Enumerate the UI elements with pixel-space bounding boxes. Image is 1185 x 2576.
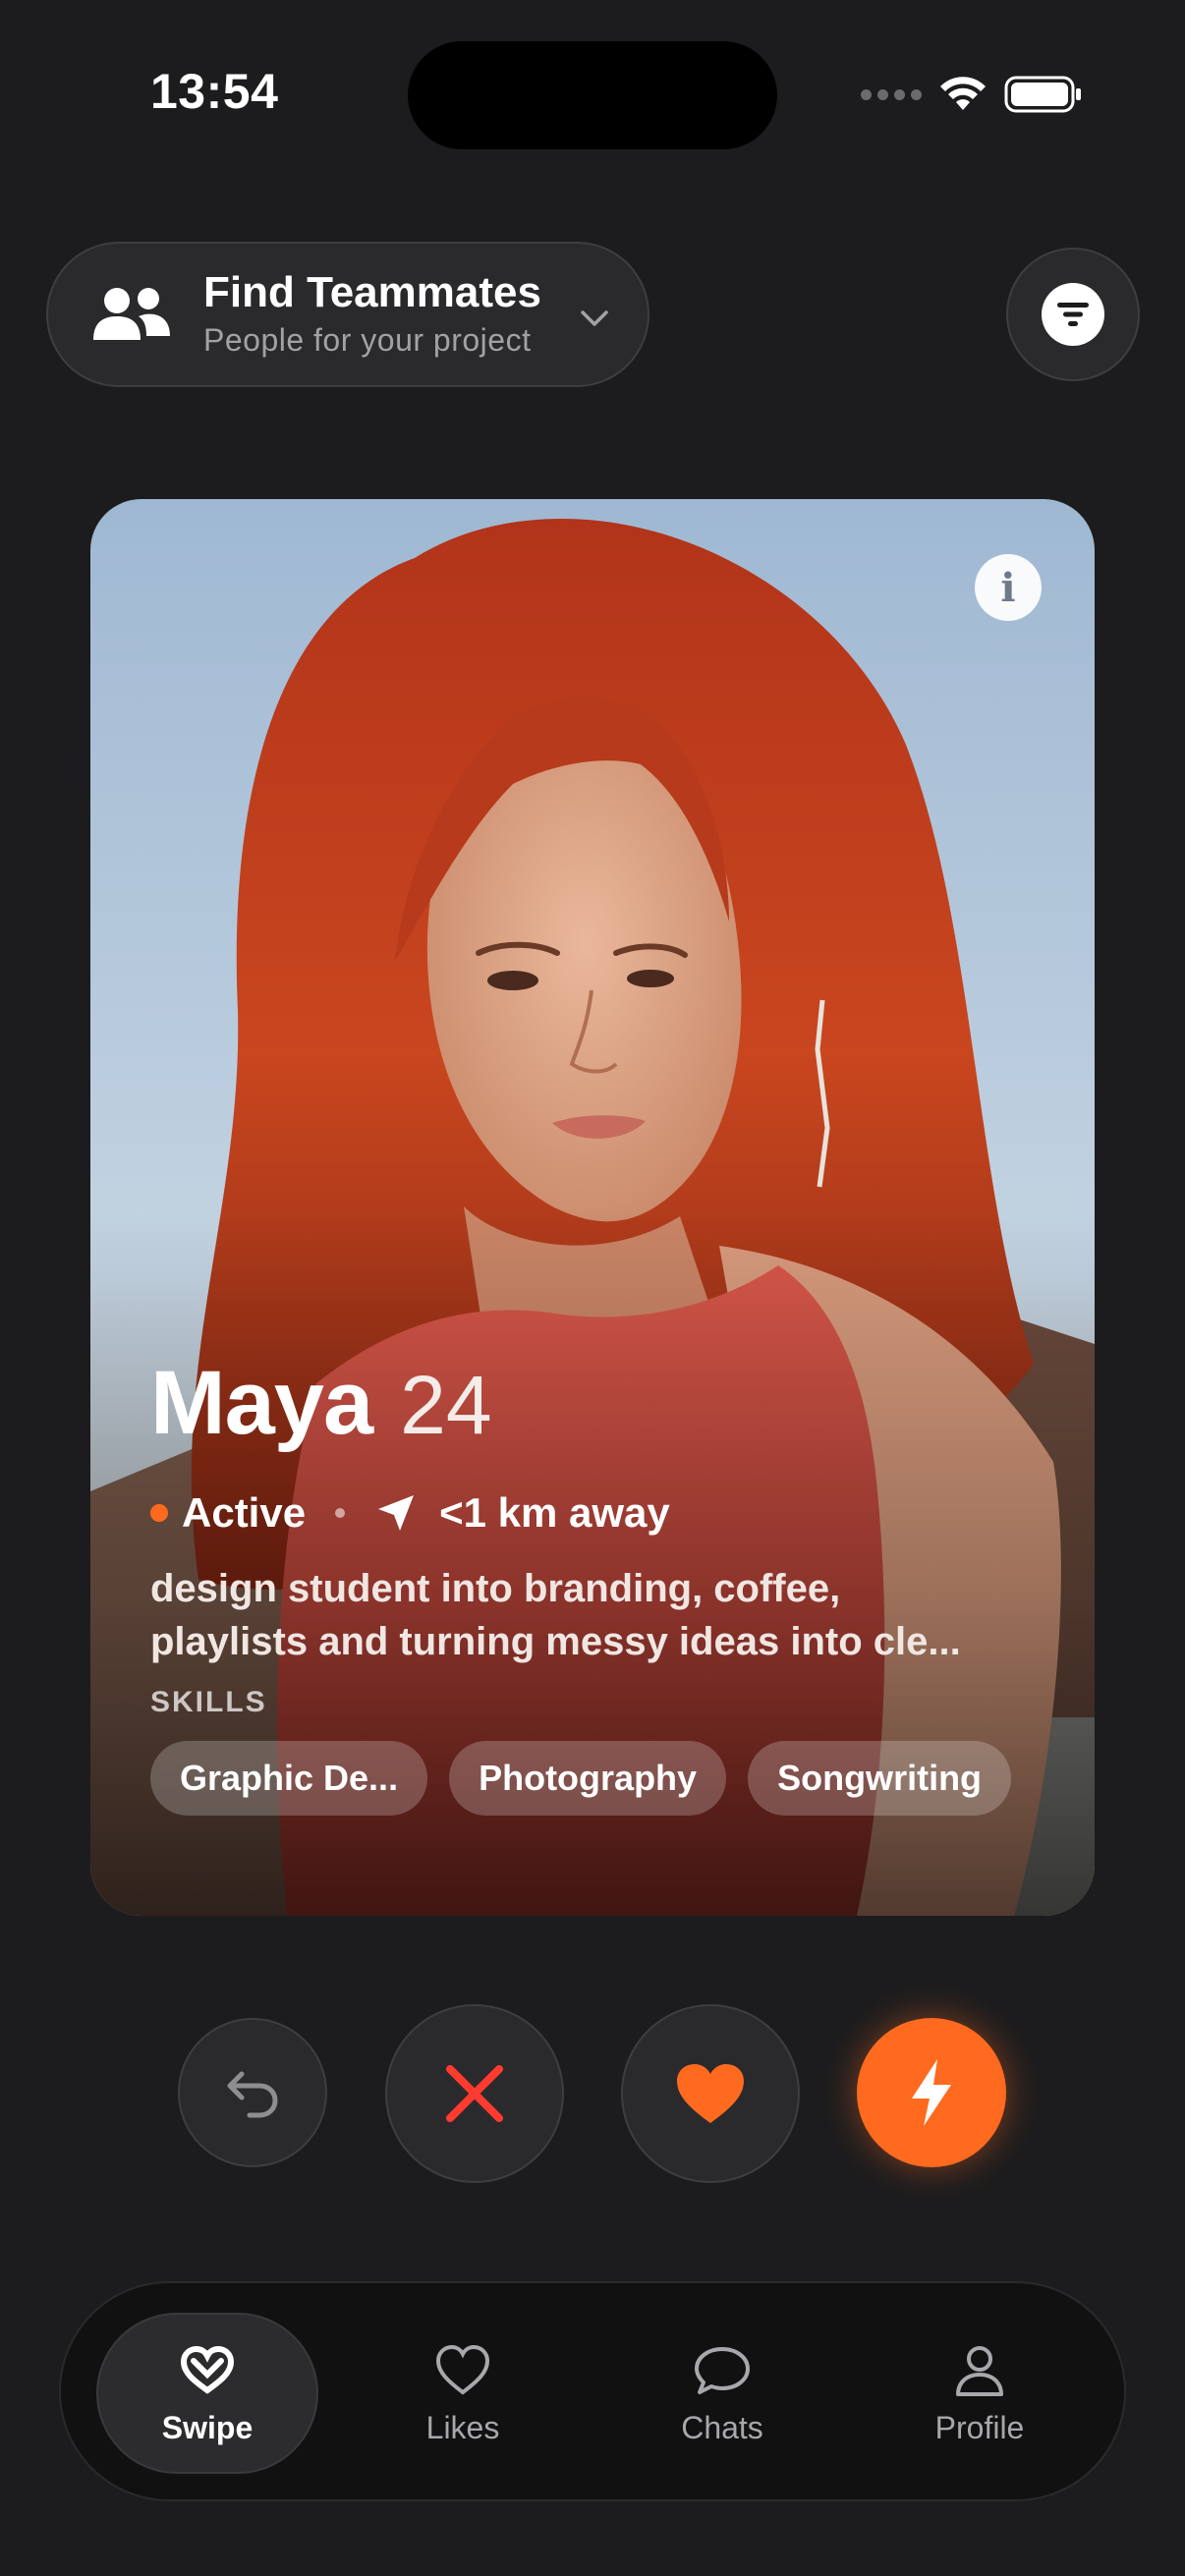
tab-bar: Swipe Likes Chats Profile [59, 2281, 1126, 2501]
skill-chip[interactable]: Songwriting [748, 1741, 1012, 1816]
battery-icon [1004, 76, 1081, 113]
skill-chip[interactable]: Graphic De... [150, 1741, 428, 1816]
person-icon [956, 2345, 1003, 2396]
status-time: 13:54 [150, 64, 279, 119]
tab-swipe[interactable]: Swipe [96, 2313, 318, 2474]
tab-label: Swipe [161, 2409, 254, 2445]
profile-age: 24 [400, 1359, 492, 1451]
skills-label: SKILLS [150, 1686, 267, 1718]
undo-icon [227, 2071, 278, 2118]
bio-line: design student into branding, coffee, [150, 1567, 841, 1610]
bio-line: playlists and turning messy ideas into c… [150, 1620, 961, 1663]
profile-name: Maya [150, 1353, 373, 1453]
active-status-dot [150, 1504, 168, 1522]
project-selector[interactable]: Find Teammates People for your project [46, 242, 649, 387]
tab-chats[interactable]: Chats [611, 2313, 833, 2474]
separator-dot [335, 1508, 346, 1518]
page-subtitle: People for your project [203, 322, 532, 358]
card-details: Maya 24 Active <1 km away design student… [150, 1352, 1045, 1816]
profile-bio: design student into branding, coffee, pl… [150, 1562, 1045, 1668]
distance: <1 km away [439, 1489, 670, 1536]
profile-card[interactable]: i Maya 24 Active <1 km away design stude… [90, 499, 1095, 1916]
skill-chip[interactable]: Photography [449, 1741, 727, 1816]
cellular-signal-icon [861, 88, 922, 100]
heart-icon [677, 2064, 744, 2123]
status-icons [861, 73, 1083, 116]
name-row: Maya 24 [150, 1352, 1045, 1468]
wifi-icon [940, 77, 986, 110]
chat-bubble-icon [695, 2346, 750, 2394]
people-icon [93, 288, 170, 340]
info-button[interactable]: i [975, 554, 1042, 621]
tab-profile[interactable]: Profile [869, 2313, 1091, 2474]
like-button[interactable] [621, 2004, 800, 2183]
pass-button[interactable] [385, 2004, 564, 2183]
page-title: Find Teammates [203, 268, 541, 316]
tab-label: Profile [934, 2409, 1025, 2445]
dynamic-island [408, 41, 777, 149]
tab-label: Chats [681, 2409, 763, 2445]
meta-row: Active <1 km away [150, 1484, 1045, 1542]
filter-icon [1042, 283, 1104, 346]
skills-list: Graphic De... Photography Songwriting [150, 1741, 1045, 1816]
location-arrow-icon [378, 1495, 415, 1531]
filter-button[interactable] [1006, 248, 1140, 381]
active-status: Active [182, 1489, 307, 1536]
close-icon [446, 2065, 503, 2122]
heart-outline-icon [435, 2344, 490, 2395]
boost-button[interactable] [857, 2018, 1006, 2167]
swipe-icon [180, 2345, 235, 2394]
undo-button[interactable] [178, 2018, 327, 2167]
chevron-down-icon [581, 310, 608, 326]
tab-label: Likes [425, 2409, 500, 2445]
swipe-screen: 13:54 Find Teammates People for your pro… [0, 0, 1185, 2576]
lightning-icon [912, 2059, 951, 2126]
tab-likes[interactable]: Likes [352, 2313, 574, 2474]
